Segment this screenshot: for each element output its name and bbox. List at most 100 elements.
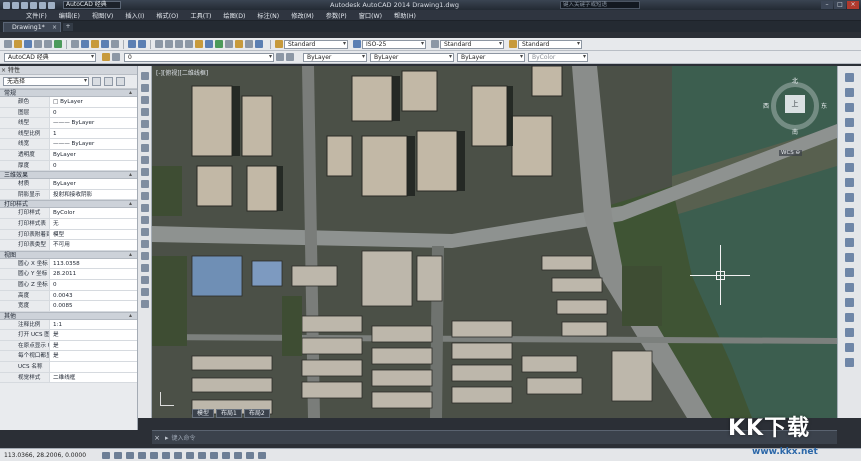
arc-icon[interactable]	[140, 132, 149, 140]
layer-select[interactable]: 0	[124, 52, 274, 62]
lineweight-icon[interactable]	[222, 451, 230, 459]
section-header[interactable]: 打印样式	[0, 200, 137, 209]
menu-dimension[interactable]: 标注(N)	[257, 11, 279, 20]
new-tab-button[interactable]: +	[63, 23, 73, 31]
design-center-icon[interactable]	[205, 40, 213, 48]
plotstyle-select[interactable]: ByColor	[528, 52, 588, 62]
block-editor-icon[interactable]	[111, 40, 119, 48]
mirror-icon[interactable]	[845, 103, 854, 112]
make-current-icon[interactable]	[276, 53, 284, 61]
redo-icon[interactable]	[48, 1, 55, 9]
menu-window[interactable]: 窗口(W)	[359, 11, 382, 20]
property-value[interactable]: 113.0358	[50, 258, 137, 269]
tab-drawing1[interactable]: Drawing1* ×	[3, 22, 61, 32]
dynamic-ucs-icon[interactable]	[198, 451, 206, 459]
property-value[interactable]: 模型	[50, 229, 137, 240]
ellipse-arc-icon[interactable]	[140, 192, 149, 200]
property-row[interactable]: 打印样式 ByColor	[0, 208, 137, 219]
property-row[interactable]: 线型比例 1	[0, 128, 137, 140]
markup-icon[interactable]	[235, 40, 243, 48]
hatch-icon[interactable]	[140, 240, 149, 248]
color-select[interactable]: ByLayer	[303, 52, 367, 62]
save-icon[interactable]	[30, 1, 37, 9]
select-objects-icon[interactable]	[104, 77, 113, 86]
section-header[interactable]: 常规	[0, 89, 137, 97]
circle-icon[interactable]	[140, 144, 149, 152]
construction-line-icon[interactable]	[140, 84, 149, 92]
dynamic-input-icon[interactable]	[210, 451, 218, 459]
menu-insert[interactable]: 插入(I)	[125, 11, 144, 20]
chamfer-icon[interactable]	[845, 268, 854, 277]
menu-modify[interactable]: 修改(M)	[291, 11, 314, 20]
property-value[interactable]: 投射和接收阴影	[50, 189, 137, 200]
property-value[interactable]: 是	[50, 330, 137, 340]
workspace-select[interactable]: AutoCAD 经典	[63, 1, 121, 9]
property-row[interactable]: 在原点显示 U...是	[0, 340, 137, 352]
sheet-set-icon[interactable]	[225, 40, 233, 48]
property-value[interactable]: □ ByLayer	[50, 97, 137, 107]
menu-file[interactable]: 文件(F)	[26, 11, 47, 20]
viewcube-top-face[interactable]: 上	[785, 95, 805, 113]
pan-nav-icon[interactable]	[845, 313, 854, 322]
search-input[interactable]: 键入关键字或短语	[560, 1, 640, 9]
new-icon[interactable]	[12, 1, 19, 9]
property-row[interactable]: 阴影显示 投射和接收阴影	[0, 189, 137, 201]
move-icon[interactable]	[845, 148, 854, 157]
print-icon[interactable]	[34, 40, 42, 48]
layer-previous-icon[interactable]	[286, 53, 294, 61]
section-header[interactable]: 其他	[0, 311, 137, 320]
property-row[interactable]: 圆心 X 坐标 113.0358	[0, 258, 137, 270]
property-row[interactable]: 材质 ByLayer	[0, 179, 137, 190]
3d-osnap-icon[interactable]	[174, 451, 182, 459]
ellipse-icon[interactable]	[140, 180, 149, 188]
rotate-icon[interactable]	[845, 163, 854, 172]
property-row[interactable]: 打印样式表无	[0, 218, 137, 230]
undo-icon[interactable]	[128, 40, 136, 48]
cut-icon[interactable]	[71, 40, 79, 48]
help-icon[interactable]	[255, 40, 263, 48]
pan-icon[interactable]	[155, 40, 163, 48]
property-value[interactable]: ByLayer	[50, 149, 137, 160]
compass-south[interactable]: 南	[792, 127, 798, 136]
menu-format[interactable]: 格式(O)	[156, 11, 178, 20]
layer-properties-icon[interactable]	[102, 53, 110, 61]
gradient-icon[interactable]	[140, 252, 149, 260]
new-file-icon[interactable]	[4, 40, 12, 48]
close-button[interactable]: ×	[847, 1, 859, 9]
object-snap-icon[interactable]	[162, 451, 170, 459]
property-value[interactable]: 二维线框	[50, 372, 137, 383]
menu-parametric[interactable]: 参数(P)	[326, 11, 347, 20]
publish-icon[interactable]	[54, 40, 62, 48]
property-row[interactable]: 厚度 0	[0, 160, 137, 172]
dim-style-select[interactable]: ISO-25	[362, 39, 426, 49]
property-value[interactable]: 是	[50, 351, 137, 362]
property-value[interactable]: 0	[50, 279, 137, 290]
transparency-icon[interactable]	[234, 451, 242, 459]
drawing-viewport[interactable]: [-][俯视][二维线框] 模型 布局1 布局2	[152, 66, 837, 418]
linetype-select[interactable]: ByLayer	[370, 52, 454, 62]
workspace-select-toolbar[interactable]: AutoCAD 经典	[4, 52, 96, 62]
property-value[interactable]: 0.0085	[50, 301, 137, 311]
cursor-coordinates[interactable]: 113.0366, 28.2006, 0.0000	[0, 452, 100, 459]
property-value[interactable]: ByLayer	[50, 179, 137, 189]
section-header[interactable]: 三维效果	[0, 171, 137, 180]
property-row[interactable]: 打印表类型 不可用	[0, 240, 137, 251]
property-value[interactable]: 是	[50, 340, 137, 351]
command-input[interactable]: 键入命令	[172, 433, 196, 442]
object-snap-tracking-icon[interactable]	[186, 451, 194, 459]
extend-icon[interactable]	[845, 223, 854, 232]
property-row[interactable]: 注释比例 1:1	[0, 319, 137, 331]
maximize-button[interactable]: □	[834, 1, 846, 9]
property-row[interactable]: 透明度 ByLayer	[0, 149, 137, 161]
layer-state-icon[interactable]	[112, 53, 120, 61]
mleader-style-select[interactable]: Standard	[518, 39, 582, 49]
ortho-mode-icon[interactable]	[138, 451, 146, 459]
tab-layout1[interactable]: 布局1	[216, 409, 242, 418]
spline-icon[interactable]	[140, 168, 149, 176]
array-icon[interactable]	[845, 133, 854, 142]
compass-west[interactable]: 西	[763, 101, 769, 110]
offset-icon[interactable]	[845, 118, 854, 127]
undo-icon[interactable]	[39, 1, 46, 9]
selection-cycling-icon[interactable]	[258, 451, 266, 459]
close-tab-icon[interactable]: ×	[52, 23, 57, 32]
